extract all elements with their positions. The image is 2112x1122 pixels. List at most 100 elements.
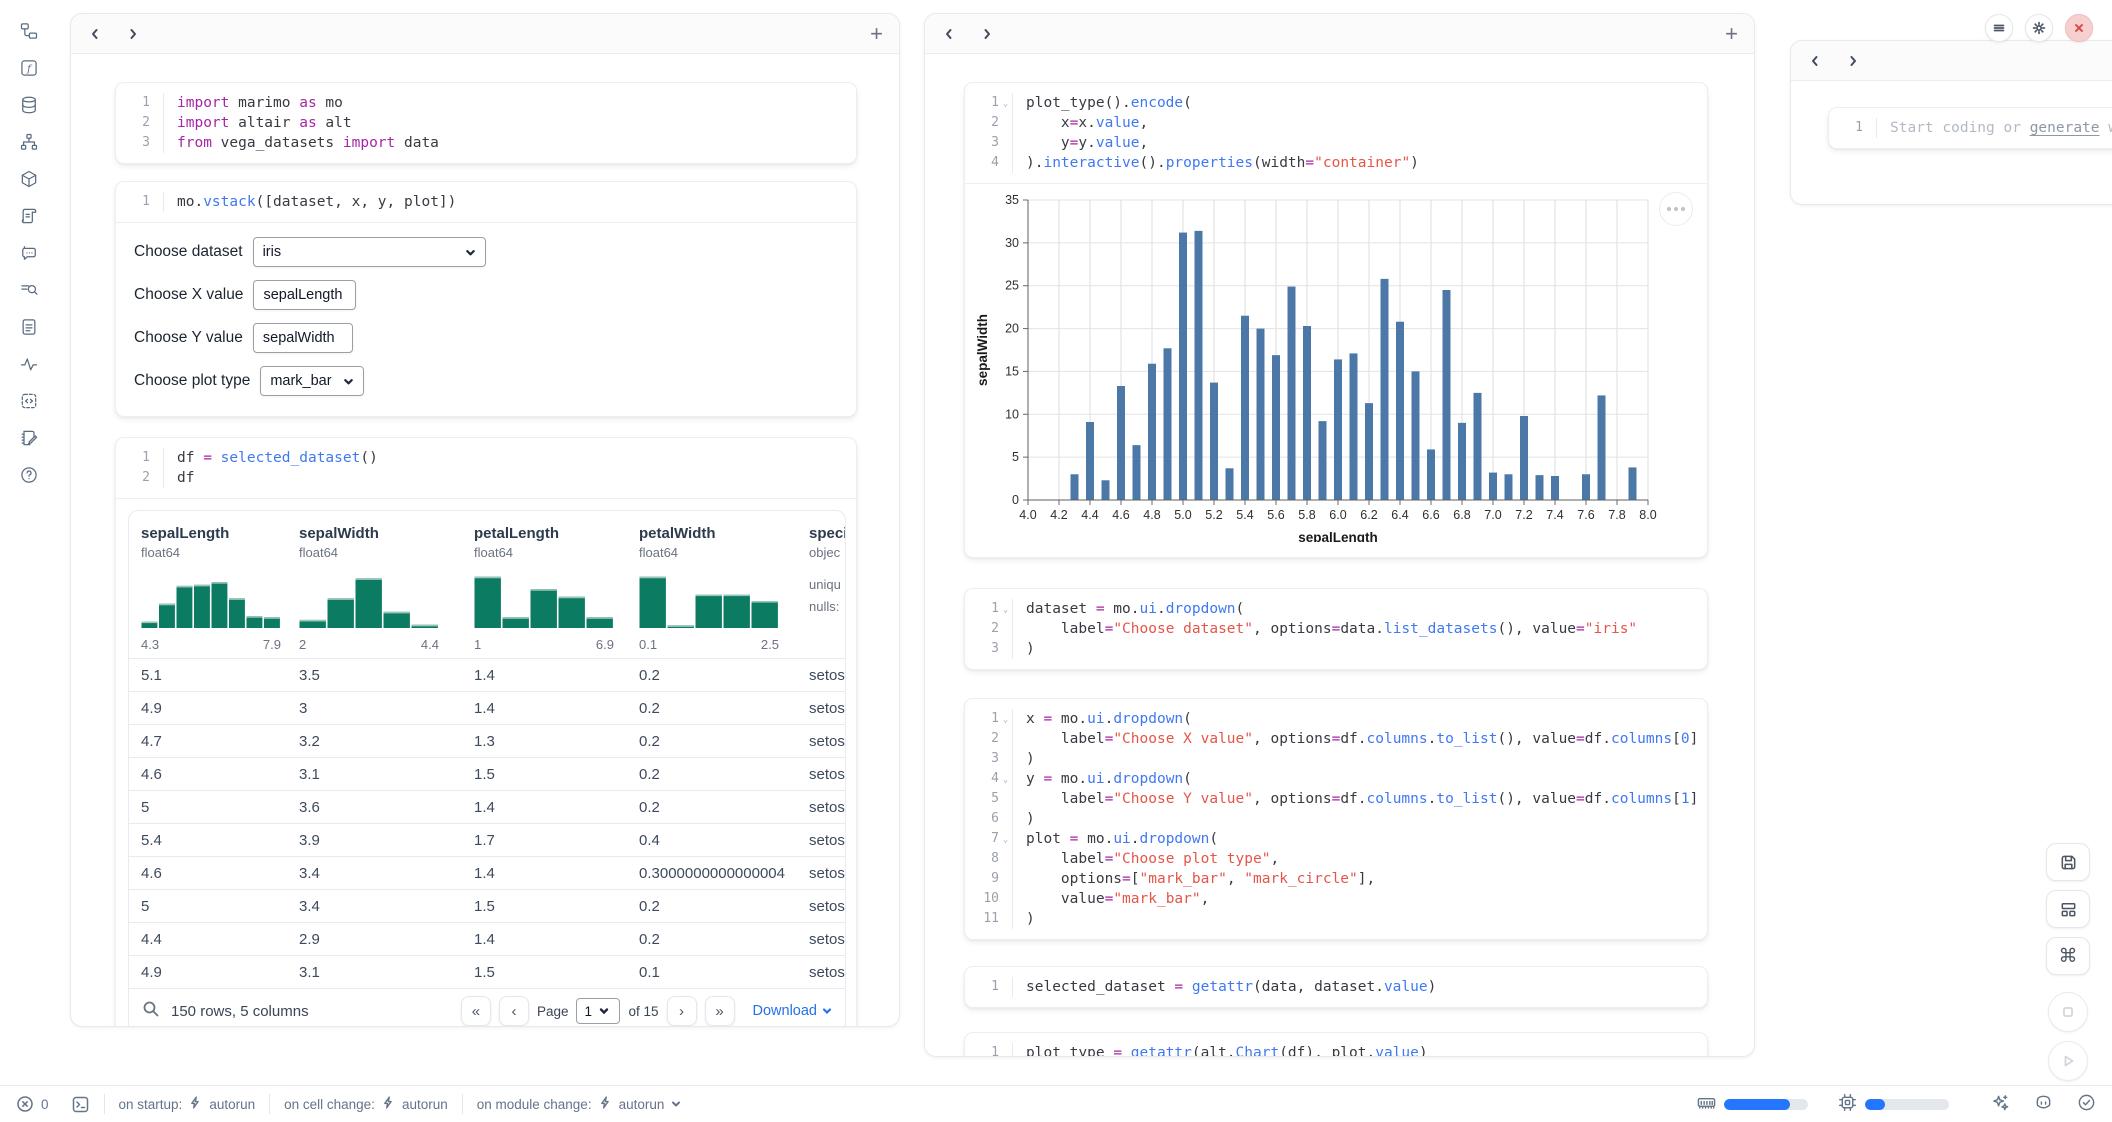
svg-text:5.0: 5.0 [1174,508,1191,522]
column-next-button[interactable] [979,26,995,42]
line-number: 2 [116,113,150,133]
on-startup-setting[interactable]: on startup: autorun [119,1096,256,1112]
settings-gear-button[interactable] [2025,14,2053,42]
dropdown-select[interactable]: sepalLength [253,280,356,310]
cell-imports[interactable]: 1import marimo as mo2import altair as al… [115,82,857,164]
first-page-button[interactable]: « [461,996,491,1026]
command-palette-button[interactable]: ⌘ [2046,937,2090,975]
code-editor-xyplot[interactable]: 1⌄x = mo.ui.dropdown(2 label="Choose X v… [965,699,1707,939]
svg-text:4.4: 4.4 [1081,508,1098,522]
sepal-bar-chart[interactable]: 4.04.24.44.64.85.05.25.45.65.86.06.26.46… [973,190,1673,542]
cell-dataset-dropdown[interactable]: 1⌄dataset = mo.ui.dropdown(2 label="Choo… [964,588,1708,670]
file-explorer-icon[interactable] [18,20,39,41]
cpu-usage-meter [1865,1099,1949,1110]
cell-chart[interactable]: 1⌄plot_type().encode(2 x=x.value,3 y=y.v… [964,82,1708,558]
code-editor-plot-type[interactable]: 1plot_type = getattr(alt.Chart(df), plot… [965,1033,1707,1057]
fold-chevron-icon[interactable]: ⌄ [999,600,1012,620]
cell-xy-plot-dropdowns[interactable]: 1⌄x = mo.ui.dropdown(2 label="Choose X v… [964,698,1708,940]
column-prev-button[interactable] [941,26,957,42]
menu-button[interactable] [1985,14,2013,42]
documentation-icon[interactable] [18,316,39,337]
column-max: 2.5 [761,637,779,652]
dataframe-table: sepalLengthfloat644.37.9sepalWidthfloat6… [128,510,846,1027]
chat-assistant-icon[interactable] [18,242,39,263]
dropdown-value: sepalLength [263,287,342,303]
column-header[interactable]: sepalLengthfloat644.37.9 [129,511,287,658]
stop-kernel-button[interactable] [2048,992,2088,1032]
function-icon[interactable]: f [18,57,39,78]
column-header[interactable]: sepalWidthfloat6424.4 [287,511,462,658]
column-header[interactable]: petalWidthfloat640.12.5 [627,511,797,658]
cell-dataframe[interactable]: 1df = selected_dataset()2df sepalLengthf… [115,437,857,1027]
line-number: 2 [965,729,999,749]
svg-text:8.0: 8.0 [1639,508,1656,522]
on-module-change-setting[interactable]: on module change: autorun [477,1096,682,1112]
ai-sparkles-button[interactable] [1991,1093,2010,1115]
dropdown-select[interactable]: iris [253,237,486,267]
cell-selected-dataset[interactable]: 1selected_dataset = getattr(data, datase… [964,966,1708,1008]
dropdown-select[interactable]: sepalWidth [253,323,353,353]
column-next-button[interactable] [1845,53,1861,69]
dropdown-select[interactable]: mark_bar [260,366,364,396]
logs-icon[interactable] [18,205,39,226]
fold-chevron-icon[interactable]: ⌄ [999,94,1012,114]
layout-toggle-button[interactable] [2046,890,2090,928]
cell-plot-type[interactable]: 1plot_type = getattr(alt.Chart(df), plot… [964,1032,1708,1057]
activity-sidebar: f [0,0,57,1085]
prev-page-button[interactable]: ‹ [499,996,529,1026]
empty-cell-editor[interactable]: 1 Start coding or generate with [1829,108,2112,148]
code-editor-selected-dataset[interactable]: 1selected_dataset = getattr(data, datase… [965,967,1707,1007]
svg-text:5: 5 [1012,450,1019,464]
table-cell: 3.2 [287,724,462,757]
search-icon[interactable] [142,1000,160,1023]
code-line: 4).interactive().properties(width="conta… [965,153,1707,173]
chevron-down-icon [343,376,354,387]
error-counter[interactable]: 0 [16,1095,49,1113]
fold-chevron-icon[interactable]: ⌄ [999,710,1012,730]
database-icon[interactable] [18,94,39,115]
column-next-button[interactable] [125,26,141,42]
column-prev-button[interactable] [87,26,103,42]
packages-icon[interactable] [18,168,39,189]
save-button[interactable] [2046,843,2090,881]
svg-text:sepalLength: sepalLength [1298,530,1378,542]
svg-text:10: 10 [1005,407,1019,421]
svg-text:15: 15 [1005,364,1019,378]
help-icon[interactable] [18,464,39,485]
fold-chevron-icon[interactable]: ⌄ [999,770,1012,790]
download-button[interactable]: Download [753,1003,833,1019]
fold-chevron-icon[interactable]: ⌄ [999,830,1012,850]
page-select[interactable]: 1 [576,998,620,1024]
variable-search-icon[interactable] [18,279,39,300]
scratchpad-icon[interactable] [18,427,39,448]
cell-vstack[interactable]: 1mo.vstack([dataset, x, y, plot]) Choose… [115,181,857,417]
tracing-icon[interactable] [18,353,39,374]
column-header[interactable]: speciobjecuniqunulls: [797,511,845,658]
add-cell-button[interactable]: + [870,23,883,45]
code-editor-df[interactable]: 1df = selected_dataset()2df [116,438,856,498]
svg-text:5.2: 5.2 [1205,508,1222,522]
shutdown-button[interactable] [2065,14,2093,42]
snippets-icon[interactable] [18,390,39,411]
copilot-button[interactable] [2034,1093,2053,1115]
terminal-button[interactable] [71,1095,90,1114]
next-page-button[interactable]: › [667,996,697,1026]
code-editor-chart[interactable]: 1⌄plot_type().encode(2 x=x.value,3 y=y.v… [965,83,1707,183]
column-prev-button[interactable] [1807,53,1823,69]
dependency-graph-icon[interactable] [18,131,39,152]
code-editor-vstack[interactable]: 1mo.vstack([dataset, x, y, plot]) [116,182,856,222]
lightning-icon [599,1096,612,1112]
generate-link[interactable]: generate [2030,120,2100,136]
code-editor-imports[interactable]: 1import marimo as mo2import altair as al… [116,83,856,163]
add-cell-button[interactable]: + [1725,23,1738,45]
code-editor-dataset[interactable]: 1⌄dataset = mo.ui.dropdown(2 label="Choo… [965,589,1707,669]
on-cell-change-setting[interactable]: on cell change: autorun [284,1096,448,1112]
cell-empty-scratch[interactable]: 1 Start coding or generate with [1828,107,2112,149]
last-page-button[interactable]: » [705,996,735,1026]
chart-actions-button[interactable] [1659,192,1693,226]
column-header[interactable]: petalLengthfloat6416.9 [462,511,627,658]
svg-text:25: 25 [1005,279,1019,293]
cell-placeholder: Start coding or generate with [1877,118,2112,138]
table-cell: 1.5 [462,757,627,790]
run-all-button[interactable] [2048,1041,2088,1081]
